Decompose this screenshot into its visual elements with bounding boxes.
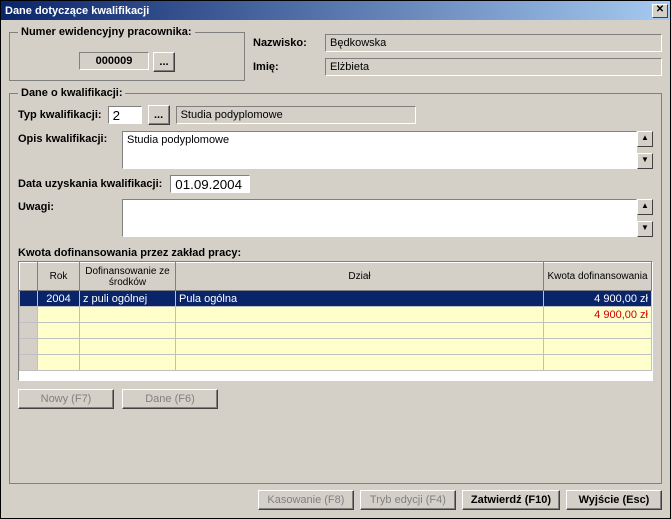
scroll-down-icon[interactable]: ▼ — [637, 153, 653, 169]
table-total-row: 4 900,00 zł — [20, 307, 652, 323]
cell-year[interactable]: 2004 — [38, 291, 80, 307]
data-button[interactable]: Dane (F6) — [122, 389, 218, 409]
confirm-button[interactable]: Zatwierdź (F10) — [462, 490, 560, 510]
col-amount[interactable]: Kwota dofinansowania — [544, 263, 652, 291]
scroll-up-icon[interactable]: ▲ — [637, 131, 653, 147]
table-header-row: Rok Dofinansowanie ze środków Dział Kwot… — [20, 263, 652, 291]
cell-dept[interactable]: Pula ogólna — [176, 291, 544, 307]
employee-number-group: Numer ewidencyjny pracownika: 000009 ... — [9, 26, 245, 81]
employee-number-field: 000009 — [79, 52, 149, 70]
table-row[interactable] — [20, 323, 652, 339]
col-year[interactable]: Rok — [38, 263, 80, 291]
qual-type-name: Studia podyplomowe — [176, 106, 416, 124]
surname-field: Będkowska — [325, 34, 662, 52]
titlebar: Dane dotyczące kwalifikacji ✕ — [1, 1, 670, 20]
qual-type-input[interactable] — [108, 106, 142, 124]
qualification-group: Dane o kwalifikacji: Typ kwalifikacji: .… — [9, 87, 662, 484]
col-source[interactable]: Dofinansowanie ze środków — [80, 263, 176, 291]
cell-source[interactable]: z puli ogólnej — [80, 291, 176, 307]
notes-textarea[interactable] — [122, 199, 637, 237]
scroll-up-icon[interactable]: ▲ — [637, 199, 653, 215]
qualification-legend: Dane o kwalifikacji: — [18, 87, 125, 99]
delete-button[interactable]: Kasowanie (F8) — [258, 490, 354, 510]
new-button[interactable]: Nowy (F7) — [18, 389, 114, 409]
cell-amount[interactable]: 4 900,00 zł — [544, 291, 652, 307]
cell-total: 4 900,00 zł — [544, 307, 652, 323]
firstname-label: Imię: — [253, 61, 319, 73]
funding-grid[interactable]: Rok Dofinansowanie ze środków Dział Kwot… — [18, 261, 653, 381]
table-row[interactable]: 2004 z puli ogólnej Pula ogólna 4 900,00… — [20, 291, 652, 307]
qual-date-input[interactable] — [170, 175, 250, 193]
employee-number-legend: Numer ewidencyjny pracownika: — [18, 26, 195, 38]
qual-desc-textarea[interactable] — [122, 131, 637, 169]
surname-label: Nazwisko: — [253, 37, 319, 49]
qual-type-label: Typ kwalifikacji: — [18, 109, 102, 121]
row-marker — [20, 291, 38, 307]
close-icon[interactable]: ✕ — [652, 4, 668, 18]
col-dept[interactable]: Dział — [176, 263, 544, 291]
row-header-blank — [20, 263, 38, 291]
qualification-dialog: Dane dotyczące kwalifikacji ✕ Numer ewid… — [0, 0, 671, 519]
scroll-down-icon[interactable]: ▼ — [637, 221, 653, 237]
table-row[interactable] — [20, 355, 652, 371]
table-row[interactable] — [20, 339, 652, 355]
funding-label: Kwota dofinansowania przez zakład pracy: — [18, 247, 653, 259]
notes-label: Uwagi: — [18, 199, 118, 213]
firstname-field: Elżbieta — [325, 58, 662, 76]
edit-mode-button[interactable]: Tryb edycji (F4) — [360, 490, 456, 510]
window-title: Dane dotyczące kwalifikacji — [5, 5, 149, 17]
qual-desc-label: Opis kwalifikacji: — [18, 131, 118, 145]
employee-lookup-button[interactable]: ... — [153, 52, 175, 72]
qual-type-lookup-button[interactable]: ... — [148, 105, 170, 125]
exit-button[interactable]: Wyjście (Esc) — [566, 490, 662, 510]
qual-date-label: Data uzyskania kwalifikacji: — [18, 178, 162, 190]
